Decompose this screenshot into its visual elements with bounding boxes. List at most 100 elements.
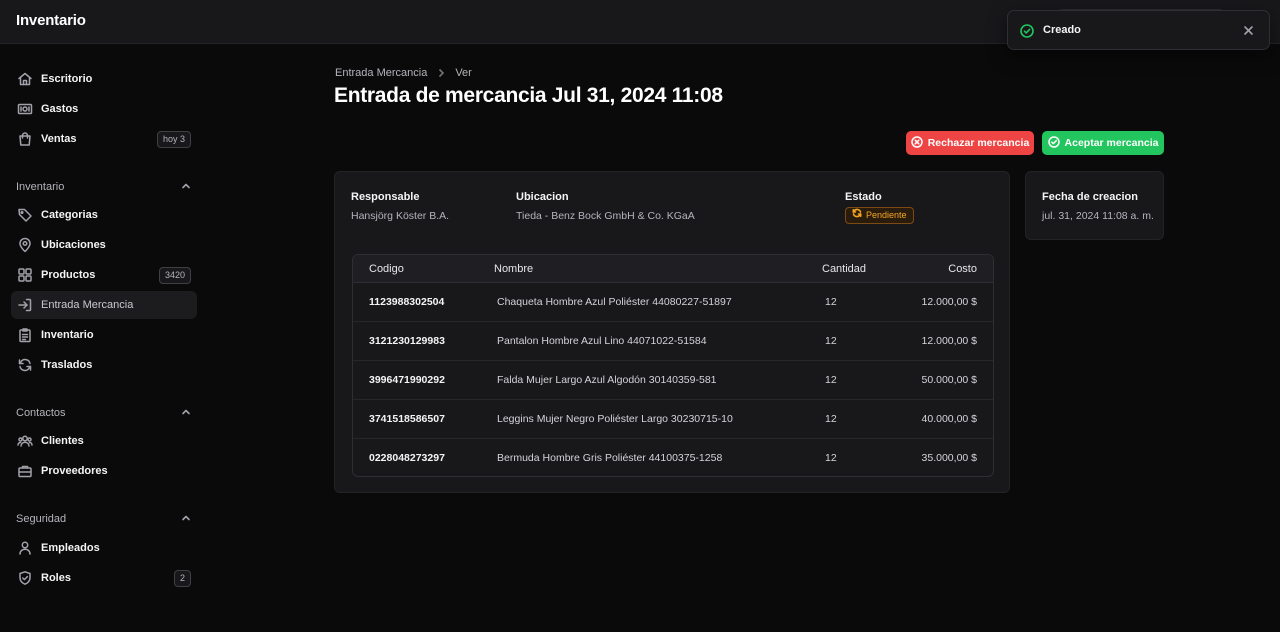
cell-qty: 12 <box>825 335 837 347</box>
group-toggle-contactos[interactable]: Contactos <box>16 405 192 421</box>
cell-cost: 12.000,00 $ <box>921 335 977 347</box>
cell-name: Leggins Mujer Negro Poliéster Largo 3023… <box>497 413 733 425</box>
sidebar-item-label: Entrada Mercancia <box>41 299 134 311</box>
table-header: Codigo Nombre Cantidad Costo <box>353 255 993 283</box>
cell-cost: 35.000,00 $ <box>921 452 977 464</box>
cell-qty: 12 <box>825 296 837 308</box>
cell-code: 0228048273297 <box>369 452 445 464</box>
app-title[interactable]: Inventario <box>16 12 86 29</box>
sidebar-item-proveedores[interactable]: Proveedores <box>11 457 197 485</box>
cell-cost: 50.000,00 $ <box>921 374 977 386</box>
close-icon[interactable] <box>1243 24 1255 36</box>
estado-label: Estado <box>845 191 882 203</box>
creacion-label: Fecha de creacion <box>1042 191 1138 203</box>
column-header-qty[interactable]: Cantidad <box>822 263 866 275</box>
chevron-up-icon <box>180 512 192 527</box>
sidebar-item-empleados[interactable]: Empleados <box>11 534 197 562</box>
refresh-icon <box>852 208 866 223</box>
cell-code: 3741518586507 <box>369 413 445 425</box>
breadcrumb-link[interactable]: Entrada Mercancia <box>335 67 427 79</box>
sidebar-item-categorias[interactable]: Categorias <box>11 201 197 229</box>
cell-name: Chaqueta Hombre Azul Poliéster 44080227-… <box>497 296 732 308</box>
cell-qty: 12 <box>825 374 837 386</box>
group-toggle-inventario[interactable]: Inventario <box>16 179 192 195</box>
briefcase-icon <box>17 463 33 479</box>
sidebar-item-entrada-mercancia[interactable]: Entrada Mercancia <box>11 291 197 319</box>
toast-message: Creado <box>1043 24 1081 36</box>
table-row[interactable]: 3996471990292 Falda Mujer Largo Azul Alg… <box>353 361 993 400</box>
reject-button-label: Rechazar mercancia <box>927 137 1030 149</box>
accept-button[interactable]: Aceptar mercancia <box>1042 131 1164 155</box>
column-header-name[interactable]: Nombre <box>494 263 533 275</box>
sidebar-item-label: Escritorio <box>41 73 93 85</box>
cell-name: Falda Mujer Largo Azul Algodón 30140359-… <box>497 374 717 386</box>
cell-name: Pantalon Hombre Azul Lino 44071022-51584 <box>497 335 707 347</box>
cell-code: 1123988302504 <box>369 296 445 308</box>
responsable-value: Hansjörg Köster B.A. <box>351 210 450 222</box>
sidebar-item-traslados[interactable]: Traslados <box>11 351 197 379</box>
table-row[interactable]: 3741518586507 Leggins Mujer Negro Poliés… <box>353 400 993 439</box>
sidebar-item-label: Ubicaciones <box>41 239 106 251</box>
details-card: Responsable Hansjörg Köster B.A. Ubicaci… <box>334 171 1010 493</box>
x-circle-icon <box>910 135 928 151</box>
breadcrumb-current: Ver <box>455 67 472 79</box>
group-title: Contactos <box>16 407 66 419</box>
user-icon <box>17 540 33 556</box>
status-text: Pendiente <box>866 210 907 220</box>
sidebar-item-label: Ventas <box>41 133 77 145</box>
sidebar-item-roles[interactable]: Roles 2 <box>11 564 197 592</box>
sidebar-item-label: Productos <box>41 269 96 281</box>
refresh-icon <box>17 357 33 373</box>
sidebar-item-label: Empleados <box>41 542 100 554</box>
cell-cost: 12.000,00 $ <box>921 296 977 308</box>
ubicacion-value: Tieda - Benz Bock GmbH & Co. KGaA <box>516 210 695 222</box>
sidebar-item-label: Proveedores <box>41 465 108 477</box>
creacion-value: jul. 31, 2024 11:08 a. m. <box>1042 210 1154 222</box>
toast-notification: Creado <box>1007 10 1270 50</box>
chevron-right-icon <box>436 68 446 78</box>
check-circle-icon <box>1020 24 1034 38</box>
sidebar-item-inventario[interactable]: Inventario <box>11 321 197 349</box>
cell-name: Bermuda Hombre Gris Poliéster 44100375-1… <box>497 452 723 464</box>
group-toggle-seguridad[interactable]: Seguridad <box>16 511 192 527</box>
sidebar: Escritorio Gastos Ventas hoy 3 Inventari… <box>0 44 208 632</box>
sidebar-item-label: Roles <box>41 572 71 584</box>
sidebar-item-escritorio[interactable]: Escritorio <box>11 65 197 93</box>
count-badge: 3420 <box>158 267 191 284</box>
sidebar-item-ventas[interactable]: Ventas hoy 3 <box>11 125 197 153</box>
reject-button[interactable]: Rechazar mercancia <box>906 131 1034 155</box>
count-badge: hoy 3 <box>156 131 191 148</box>
cell-code: 3121230129983 <box>369 335 445 347</box>
status-badge: Pendiente <box>845 207 914 224</box>
breadcrumb: Entrada Mercancia Ver <box>335 66 472 80</box>
sidebar-item-productos[interactable]: Productos 3420 <box>11 261 197 289</box>
sidebar-item-label: Traslados <box>41 359 93 371</box>
tag-icon <box>17 207 33 223</box>
shield-icon <box>17 570 33 586</box>
sidebar-item-label: Categorias <box>41 209 98 221</box>
map-pin-icon <box>17 237 33 253</box>
chevron-up-icon <box>180 406 192 421</box>
cell-cost: 40.000,00 $ <box>921 413 977 425</box>
column-header-code[interactable]: Codigo <box>369 263 404 275</box>
sidebar-item-label: Clientes <box>41 435 84 447</box>
users-icon <box>17 433 33 449</box>
count-badge: 2 <box>173 570 191 587</box>
cell-qty: 12 <box>825 452 837 464</box>
sidebar-item-label: Inventario <box>41 329 94 341</box>
cell-qty: 12 <box>825 413 837 425</box>
clipboard-list-icon <box>17 327 33 343</box>
table-row[interactable]: 1123988302504 Chaqueta Hombre Azul Polié… <box>353 283 993 322</box>
accept-button-label: Aceptar mercancia <box>1064 137 1159 149</box>
table-row[interactable]: 3121230129983 Pantalon Hombre Azul Lino … <box>353 322 993 361</box>
table-row[interactable]: 0228048273297 Bermuda Hombre Gris Poliés… <box>353 439 993 476</box>
sidebar-item-clientes[interactable]: Clientes <box>11 427 197 455</box>
sidebar-item-ubicaciones[interactable]: Ubicaciones <box>11 231 197 259</box>
column-header-cost[interactable]: Costo <box>948 263 977 275</box>
sidebar-item-gastos[interactable]: Gastos <box>11 95 197 123</box>
metadata-card: Fecha de creacion jul. 31, 2024 11:08 a.… <box>1025 171 1164 240</box>
page-title: Entrada de mercancia Jul 31, 2024 11:08 <box>334 84 723 107</box>
cell-code: 3996471990292 <box>369 374 445 386</box>
group-title: Inventario <box>16 181 65 193</box>
banknote-icon <box>17 101 33 117</box>
